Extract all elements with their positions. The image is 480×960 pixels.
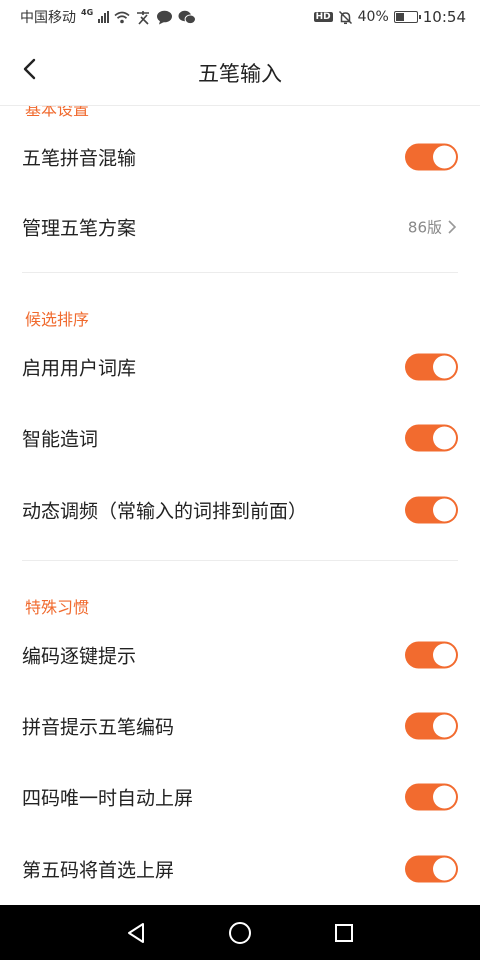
row-label: 四码唯一时自动上屏: [22, 787, 194, 810]
network-type-badge: 4G: [81, 7, 94, 17]
app-notification-icon: [137, 10, 150, 25]
status-bar: 中国移动 4G HD 40% 10:54: [0, 0, 480, 34]
toggle-switch[interactable]: [405, 855, 458, 883]
row-pinyin-hint-wubi-code[interactable]: 拼音提示五笔编码: [0, 691, 480, 761]
row-enable-user-dictionary[interactable]: 启用用户词库: [0, 332, 480, 402]
circle-home-icon: [229, 921, 251, 944]
toggle-knob: [433, 643, 456, 667]
row-label: 拼音提示五笔编码: [22, 716, 175, 739]
toggle-switch[interactable]: [405, 353, 458, 381]
toggle-knob: [433, 714, 456, 738]
hd-badge: HD: [313, 12, 333, 22]
message-icon: [157, 10, 173, 24]
wifi-icon: [114, 11, 130, 23]
row-dynamic-frequency[interactable]: 动态调频（常输入的词排到前面）: [0, 475, 480, 545]
bell-off-icon: [338, 10, 352, 24]
row-four-code-auto-commit[interactable]: 四码唯一时自动上屏: [0, 762, 480, 832]
toggle-knob: [433, 785, 456, 809]
status-right: HD 40% 10:54: [313, 8, 466, 26]
triangle-back-icon: [128, 922, 144, 943]
toggle-switch[interactable]: [405, 712, 458, 740]
row-label: 启用用户词库: [22, 357, 137, 380]
row-manage-wubi-scheme[interactable]: 管理五笔方案 86版: [0, 192, 480, 262]
app-bar: 五笔输入: [0, 34, 480, 106]
battery-percent: 40%: [357, 9, 389, 25]
battery-level: [395, 13, 404, 21]
toggle-switch[interactable]: [405, 424, 458, 452]
row-label: 智能造词: [22, 428, 99, 451]
status-left: 中国移动 4G: [20, 7, 197, 27]
page-title: 五笔输入: [198, 62, 282, 86]
section-divider: [22, 272, 458, 273]
toggle-knob: [433, 355, 456, 379]
toggle-knob: [433, 426, 456, 450]
battery-icon: [393, 11, 421, 23]
section-title-basic: 基本设置: [25, 106, 90, 119]
wechat-icon: [178, 10, 197, 24]
toggle-switch[interactable]: [405, 783, 458, 811]
scrolled-section-clip: 基本设置: [0, 106, 480, 120]
row-label: 管理五笔方案: [22, 217, 137, 240]
toggle-switch[interactable]: [405, 143, 458, 171]
toggle-switch[interactable]: [405, 496, 458, 524]
square-recents-icon: [335, 923, 353, 942]
row-label: 动态调频（常输入的词排到前面）: [22, 500, 308, 523]
system-nav-bar: [0, 905, 480, 960]
row-wubi-pinyin-mixed[interactable]: 五笔拼音混输: [0, 122, 480, 192]
toggle-knob: [433, 857, 456, 881]
nav-home-button[interactable]: [224, 917, 256, 949]
row-label: 编码逐键提示: [22, 645, 137, 668]
toggle-knob: [433, 145, 456, 169]
toggle-knob: [433, 498, 456, 522]
nav-recents-button[interactable]: [328, 917, 360, 949]
toggle-switch[interactable]: [405, 641, 458, 669]
row-code-key-hint[interactable]: 编码逐键提示: [0, 620, 480, 690]
carrier-label: 中国移动: [20, 10, 76, 26]
clock: 10:54: [422, 8, 466, 26]
row-fifth-code-commit-first[interactable]: 第五码将首选上屏: [0, 834, 480, 904]
section-title-habits: 特殊习惯: [25, 598, 90, 617]
section-title-candidates: 候选排序: [25, 310, 90, 329]
chevron-right-icon: [448, 220, 457, 234]
section-divider: [22, 560, 458, 561]
row-label: 第五码将首选上屏: [22, 859, 175, 882]
row-smart-word-creation[interactable]: 智能造词: [0, 403, 480, 473]
nav-back-button[interactable]: [120, 917, 152, 949]
row-label: 五笔拼音混输: [22, 147, 137, 170]
scheme-value: 86版: [407, 218, 442, 237]
signal-icon: [98, 11, 110, 23]
